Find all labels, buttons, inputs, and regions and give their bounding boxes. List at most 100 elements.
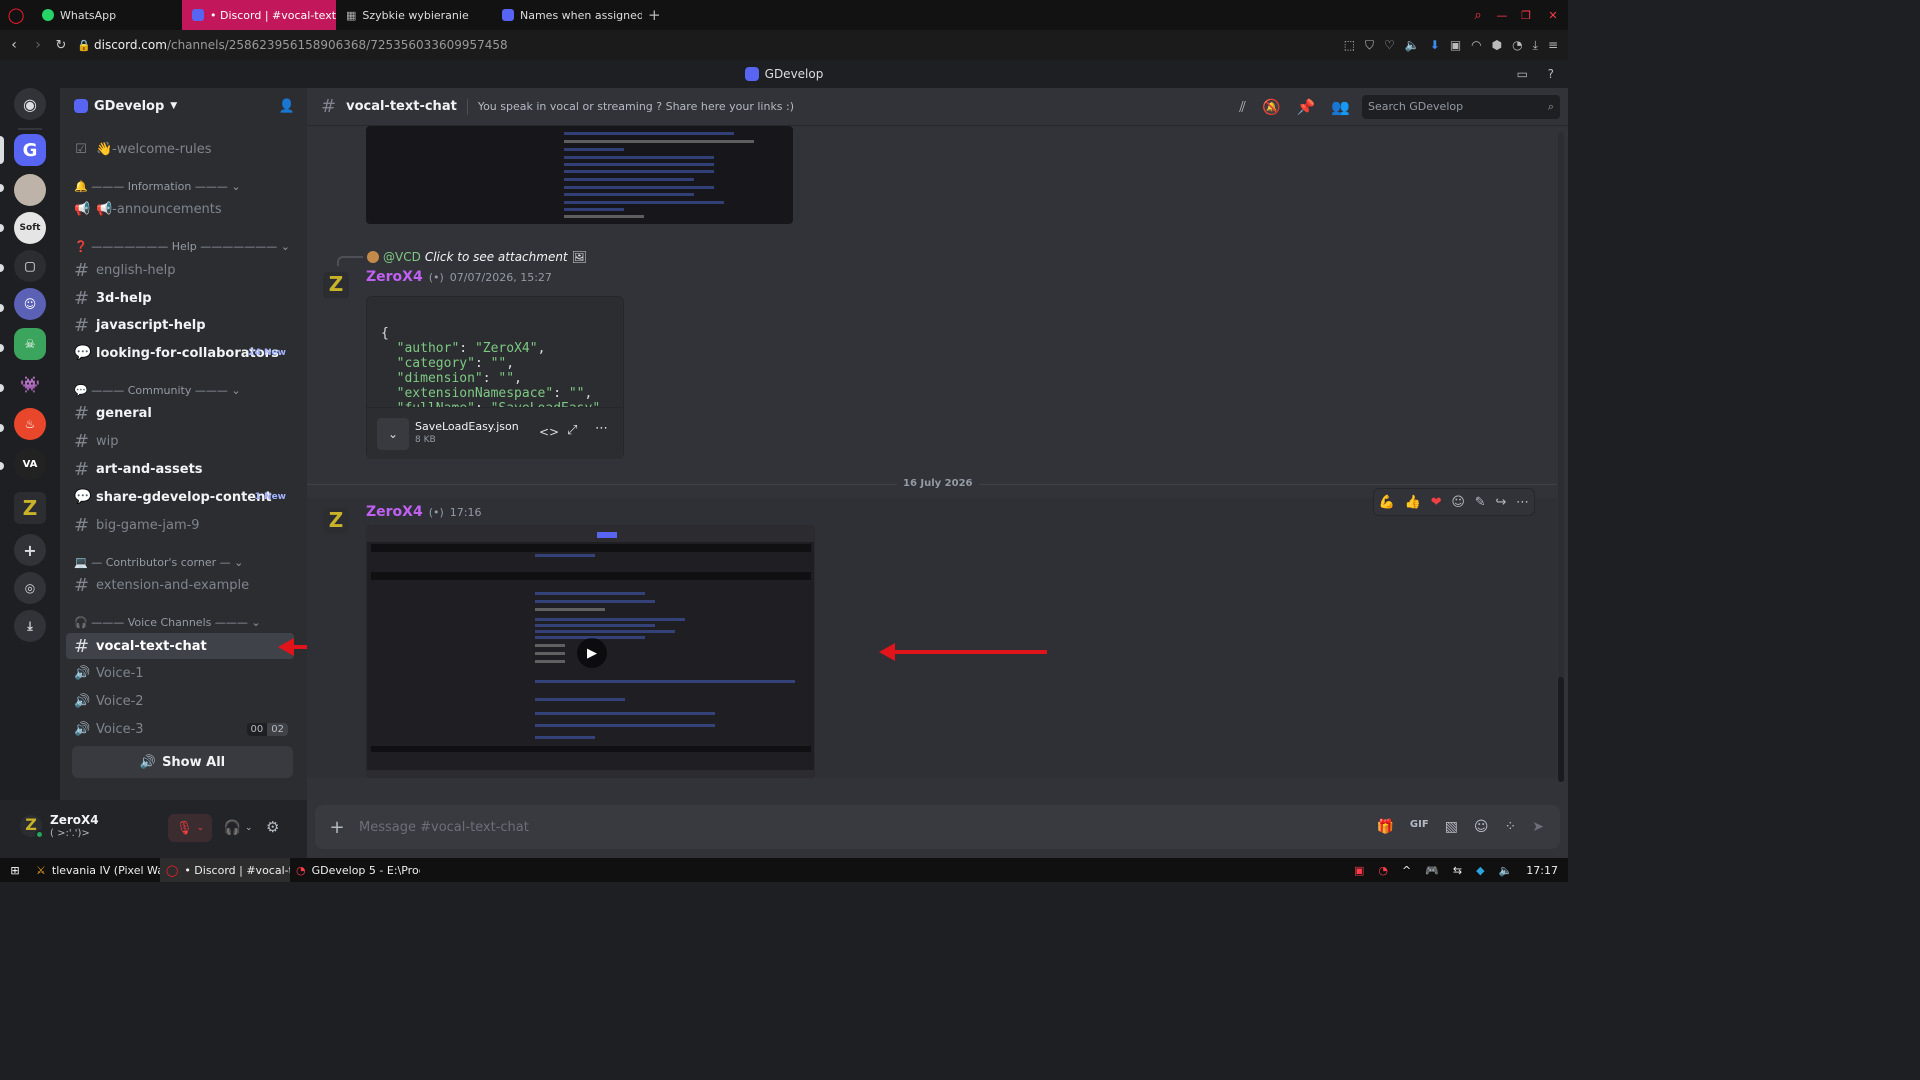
flexed-biceps-reaction-icon[interactable]: 💪 [1379, 495, 1395, 510]
video-attachment[interactable]: ▶ [366, 525, 815, 778]
download-arrow-icon[interactable]: ⬇ [1430, 38, 1440, 53]
view-code-icon[interactable]: <> [539, 425, 559, 439]
channel-art-and-assets[interactable]: # art-and-assets [66, 456, 294, 482]
pin-icon[interactable]: 📌 [1297, 98, 1316, 116]
channel-voice-1[interactable]: 🔊 Voice-1 [66, 660, 294, 686]
threads-icon[interactable]: ⫽ [1239, 98, 1246, 116]
opera-logo-icon[interactable]: ◯ [0, 6, 32, 24]
windows-start-icon[interactable]: ⊞ [0, 864, 30, 877]
tray-controller-icon[interactable]: 🎮 [1425, 864, 1439, 877]
file-name[interactable]: SaveLoadEasy.json [415, 420, 519, 433]
tab-discord[interactable]: • Discord | #vocal-text-cha [182, 0, 336, 30]
reply-username[interactable]: @VCD [383, 250, 421, 264]
apps-icon[interactable]: ⁘ [1505, 819, 1517, 835]
edit-icon[interactable]: ✎ [1475, 495, 1486, 510]
server-va[interactable]: VA [14, 448, 46, 480]
minimize-icon[interactable]: — [1490, 9, 1514, 22]
channel-general[interactable]: # general [66, 400, 294, 426]
server-green[interactable]: ☠ [14, 328, 46, 360]
search-input[interactable]: Search GDevelop ⌕ [1362, 94, 1560, 119]
puzzle-icon[interactable]: ⬢ [1492, 38, 1502, 53]
restore-icon[interactable]: ❐ [1514, 9, 1538, 22]
tray-network-icon[interactable]: ⇆ [1453, 864, 1462, 877]
url-field[interactable]: discord.com/channels/258623956158906368/… [94, 38, 1344, 52]
scrollbar-thumb[interactable] [1558, 677, 1564, 782]
heart-icon[interactable]: ♡ [1384, 38, 1395, 53]
category-voice-channels[interactable]: 🎧 ——— Voice Channels ——— ⌄ [74, 616, 261, 629]
server-zerox4[interactable]: Z [14, 492, 46, 524]
clock[interactable]: 17:17 [1526, 864, 1558, 877]
tray-opera-gx-icon[interactable]: ◔ [1378, 864, 1388, 877]
upload-plus-icon[interactable]: + [315, 817, 359, 838]
explore-servers-icon[interactable]: ◎ [14, 572, 46, 604]
tray-app-icon[interactable]: ▣ [1354, 864, 1364, 877]
gift-icon[interactable]: 🎁 [1376, 819, 1393, 835]
menu-icon[interactable]: ≡ [1548, 38, 1558, 53]
deafen-button[interactable]: 🎧 ⌄ [218, 814, 258, 842]
back-icon[interactable]: ‹ [0, 37, 28, 53]
expand-code-button[interactable]: ⌄ [377, 418, 409, 450]
member-list-icon[interactable]: 👥 [1331, 98, 1350, 116]
avatar[interactable]: Z [323, 272, 349, 298]
channel-looking-for-collaborators[interactable]: 💬 looking-for-collaborators 24 New [66, 340, 294, 366]
tab-speed-dial[interactable]: ▦ Szybkie wybieranie [336, 0, 492, 30]
category-community[interactable]: 💬 ——— Community ——— ⌄ [74, 384, 241, 397]
category-information[interactable]: 🔔 ——— Information ——— ⌄ [74, 180, 241, 193]
more-options-icon[interactable]: ⋯ [595, 421, 608, 436]
thumbs-up-reaction-icon[interactable]: 👍 [1405, 495, 1421, 510]
channel-extension-and-example[interactable]: # extension-and-example [66, 572, 294, 598]
tab-whatsapp[interactable]: WhatsApp [32, 0, 182, 30]
channel-wip[interactable]: # wip [66, 428, 294, 454]
server-gamepad[interactable]: 👾 [14, 368, 46, 400]
channel-announcements[interactable]: 📢 📢-announcements [66, 196, 294, 222]
channel-share-gdevelop-content[interactable]: 💬 share-gdevelop-content 1 New [66, 484, 294, 510]
tray-app2-icon[interactable]: ◆ [1476, 864, 1484, 877]
server-2[interactable] [14, 174, 46, 206]
gif-icon[interactable]: GIF [1410, 819, 1429, 835]
notifications-off-icon[interactable]: 🔕 [1262, 98, 1281, 116]
speaker-icon[interactable]: 🔈 [1405, 38, 1420, 53]
extension-icon[interactable]: ▣ [1450, 38, 1461, 53]
rss-icon[interactable]: ◠ [1471, 38, 1481, 53]
help-icon[interactable]: ? [1548, 67, 1554, 81]
tray-expand-icon[interactable]: ^ [1402, 864, 1411, 877]
mute-button[interactable]: 🎙 ⌄ [168, 814, 212, 842]
new-tab-icon[interactable]: + [642, 6, 667, 24]
show-all-button[interactable]: 🔊 Show All [72, 746, 293, 778]
emoji-icon[interactable]: ☺ [1474, 819, 1489, 835]
scrollbar-track[interactable] [1558, 132, 1564, 782]
reload-icon[interactable]: ↻ [48, 38, 74, 53]
tray-volume-icon[interactable]: 🔈 [1499, 864, 1513, 877]
message-author[interactable]: ZeroX4 [366, 269, 423, 285]
message-author[interactable]: ZeroX4 [366, 504, 423, 520]
add-server-icon[interactable]: + [14, 534, 46, 566]
server-softball[interactable]: Soft [14, 212, 46, 244]
heart-reaction-icon[interactable]: ❤ [1431, 495, 1442, 510]
downloads-icon[interactable]: ⤓ [1533, 38, 1538, 53]
close-window-icon[interactable]: ✕ [1538, 9, 1568, 22]
sticker-icon[interactable]: ▧ [1445, 819, 1458, 835]
expand-icon[interactable]: ⤢ [567, 423, 577, 438]
send-icon[interactable]: ➤ [1532, 819, 1544, 835]
reply-reference[interactable]: @VCD Click to see attachment 🖼 [337, 248, 587, 266]
username[interactable]: ZeroX4 [50, 813, 99, 827]
inbox-icon[interactable]: ▭ [1517, 67, 1528, 81]
attached-image-events[interactable] [366, 126, 793, 224]
channel-voice-3[interactable]: 🔊 Voice-3 00 02 [66, 716, 294, 742]
channel-topic[interactable]: You speak in vocal or streaming ? Share … [478, 100, 794, 113]
play-button[interactable]: ▶ [577, 638, 607, 668]
channel-3d-help[interactable]: #3d-help [66, 285, 294, 311]
channel-voice-2[interactable]: 🔊 Voice-2 [66, 688, 294, 714]
avatar[interactable]: Z [323, 508, 349, 534]
settings-gear-icon[interactable]: ⚙ [266, 818, 279, 836]
add-reaction-icon[interactable]: ☺ [1451, 495, 1465, 510]
shield-icon[interactable]: ⛉ [1365, 38, 1374, 53]
taskbar-item-gdevelop[interactable]: ◔ GDevelop 5 - E:\Progr... [290, 858, 420, 882]
server-header[interactable]: GDevelop ▼ 👤 [60, 88, 307, 124]
message-input[interactable]: Message #vocal-text-chat [359, 820, 1376, 835]
forward-icon[interactable]: ↪ [1495, 495, 1506, 510]
channel-welcome-rules[interactable]: ☑ 👋-welcome-rules [66, 136, 294, 162]
forward-icon[interactable]: › [28, 37, 48, 53]
profile-icon[interactable]: ◔ [1512, 38, 1522, 53]
channel-english-help[interactable]: # english-help [66, 257, 294, 283]
